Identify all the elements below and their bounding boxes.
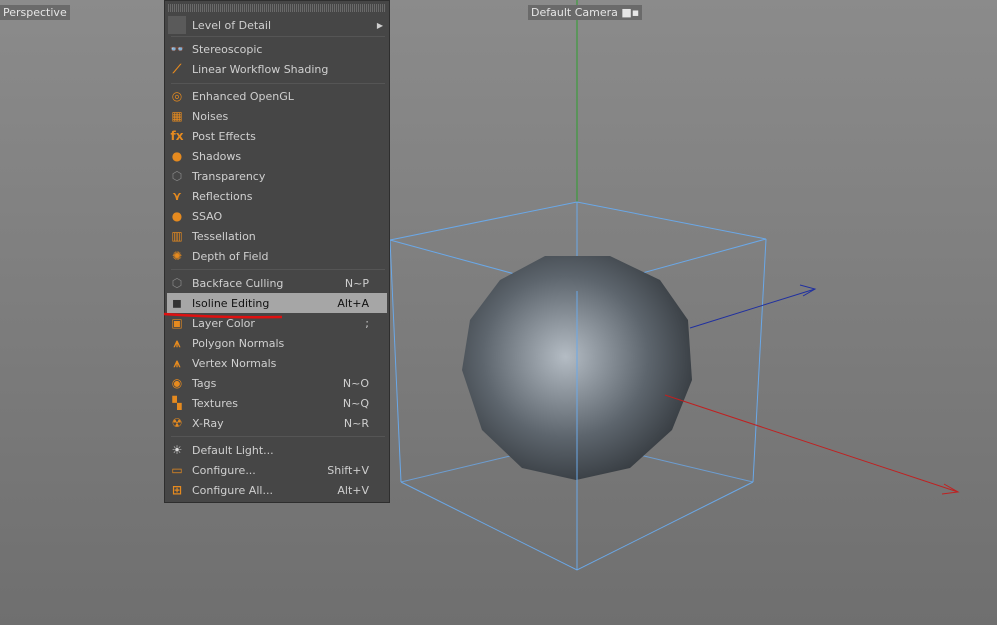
checker-texture-icon: ▚ (172, 396, 182, 410)
menu-item-label: SSAO (192, 209, 223, 223)
menu-item-shortcut: Alt+A (337, 296, 369, 310)
x-axis (664, 394, 959, 493)
menu-item-level-of-detail[interactable]: Level of Detail ▶ (167, 15, 387, 35)
configure-icon: ▭ (171, 463, 183, 477)
menu-item-label: Layer Color (192, 316, 255, 330)
display-menu: Level of Detail ▶ 👓 Stereoscopic ⟋ Linear Wor… (164, 0, 390, 503)
ssao-icon: ● (171, 209, 183, 223)
vertex-normals-icon: ⩚ (173, 355, 181, 370)
menu-item-label: Post Effects (192, 129, 256, 143)
z-axis-arrow (799, 284, 817, 297)
menu-item-backface-culling[interactable]: ⬡ Backface Culling N~P (167, 273, 387, 293)
light-bulb-icon: ☀ (171, 443, 183, 457)
menu-item-polygon-normals[interactable]: ⩚ Polygon Normals (167, 333, 387, 353)
configure-all-icon: ⊞ (171, 483, 183, 497)
menu-separator (171, 83, 385, 84)
viewport-name[interactable]: Perspective (0, 5, 70, 20)
fx-icon: fx (170, 129, 184, 143)
submenu-arrow-icon: ▶ (376, 20, 383, 30)
menu-item-label: Transparency (192, 169, 266, 183)
menu-item-configure-all[interactable]: ⊞ Configure All... Alt+V (167, 480, 387, 500)
menu-item-tessellation[interactable]: ▥ Tessellation (167, 226, 387, 246)
menu-item-transparency[interactable]: ⬡ Transparency (167, 166, 387, 186)
menu-item-label: Shadows (192, 149, 242, 163)
menu-item-label: Linear Workflow Shading (192, 62, 329, 76)
menu-item-isoline-editing[interactable]: ◼ Isoline Editing Alt+A (167, 293, 387, 313)
menu-item-vertex-normals[interactable]: ⩚ Vertex Normals (167, 353, 387, 373)
viewport-scene[interactable] (0, 0, 997, 625)
camera-label[interactable]: Default Camera ■▪ (528, 5, 643, 20)
transparency-cube-icon: ⬡ (171, 169, 183, 183)
shadow-icon: ● (171, 149, 183, 163)
aperture-icon: ✺ (171, 249, 183, 263)
menu-tear-off-handle[interactable] (168, 4, 386, 12)
menu-item-label: Stereoscopic (192, 42, 263, 56)
menu-item-label: Noises (192, 109, 229, 123)
menu-item-label: X-Ray (192, 416, 224, 430)
menu-item-shortcut: ; (365, 316, 369, 330)
menu-item-textures[interactable]: ▚ Textures N~Q (167, 393, 387, 413)
menu-item-reflections[interactable]: ⋎ Reflections (167, 186, 387, 206)
menu-item-label: Reflections (192, 189, 253, 203)
menu-item-label: Textures (192, 396, 238, 410)
menu-item-label: Isoline Editing (192, 296, 270, 310)
z-axis (689, 288, 816, 329)
menu-item-label: Vertex Normals (192, 356, 277, 370)
menu-item-linear-workflow-shading[interactable]: ⟋ Linear Workflow Shading (167, 59, 387, 79)
menu-item-noises[interactable]: ▦ Noises (167, 106, 387, 126)
menu-item-ssao[interactable]: ● SSAO (167, 206, 387, 226)
eye-tag-icon: ◉ (171, 376, 183, 390)
menu-item-post-effects[interactable]: fx Post Effects (167, 126, 387, 146)
menu-item-label: Polygon Normals (192, 336, 285, 350)
menu-item-depth-of-field[interactable]: ✺ Depth of Field (167, 246, 387, 266)
menu-item-label: Configure All... (192, 483, 273, 497)
camera-icon: ■▪ (621, 6, 640, 19)
menu-item-enhanced-opengl[interactable]: ◎ Enhanced OpenGL (167, 86, 387, 106)
menu-item-shortcut: N~O (342, 376, 369, 390)
menu-item-label: Default Light... (192, 443, 274, 457)
tessellation-icon: ▥ (171, 229, 183, 243)
noise-icon: ▦ (171, 109, 183, 123)
menu-item-shadows[interactable]: ● Shadows (167, 146, 387, 166)
menu-item-stereoscopic[interactable]: 👓 Stereoscopic (167, 39, 387, 59)
menu-item-label: Depth of Field (192, 249, 269, 263)
backface-cube-icon: ⬡ (171, 276, 183, 290)
menu-separator (171, 36, 385, 37)
reflection-icon: ⋎ (172, 189, 182, 203)
blank-icon (168, 16, 186, 34)
layer-color-icon: ▣ (171, 316, 183, 330)
menu-item-label: Configure... (192, 463, 256, 477)
camera-name: Default Camera (531, 6, 618, 19)
stereo-glasses-icon: 👓 (169, 42, 185, 56)
menu-item-layer-color[interactable]: ▣ Layer Color; (167, 313, 387, 333)
menu-item-label: Backface Culling (192, 276, 284, 290)
menu-separator (171, 269, 385, 270)
menu-item-label: Tessellation (192, 229, 256, 243)
menu-separator (171, 436, 385, 437)
linear-curve-icon: ⟋ (172, 61, 182, 76)
menu-item-shortcut: Alt+V (337, 483, 369, 497)
polygon-normals-icon: ⩚ (173, 335, 181, 350)
xray-radiation-icon: ☢ (171, 416, 183, 430)
menu-item-label: Tags (192, 376, 217, 390)
opengl-icon: ◎ (171, 89, 183, 103)
menu-item-label: Level of Detail (192, 18, 272, 32)
menu-item-tags[interactable]: ◉ Tags N~O (167, 373, 387, 393)
menu-item-shortcut: N~R (343, 416, 369, 430)
menu-item-default-light[interactable]: ☀ Default Light... (167, 440, 387, 460)
menu-item-label: Enhanced OpenGL (192, 89, 294, 103)
menu-item-shortcut: N~P (344, 276, 369, 290)
menu-item-x-ray[interactable]: ☢ X-Ray N~R (167, 413, 387, 433)
menu-item-shortcut: N~Q (342, 396, 369, 410)
isoline-cube-icon: ◼ (172, 296, 182, 310)
menu-item-configure[interactable]: ▭ Configure... Shift+V (167, 460, 387, 480)
menu-item-shortcut: Shift+V (327, 463, 369, 477)
